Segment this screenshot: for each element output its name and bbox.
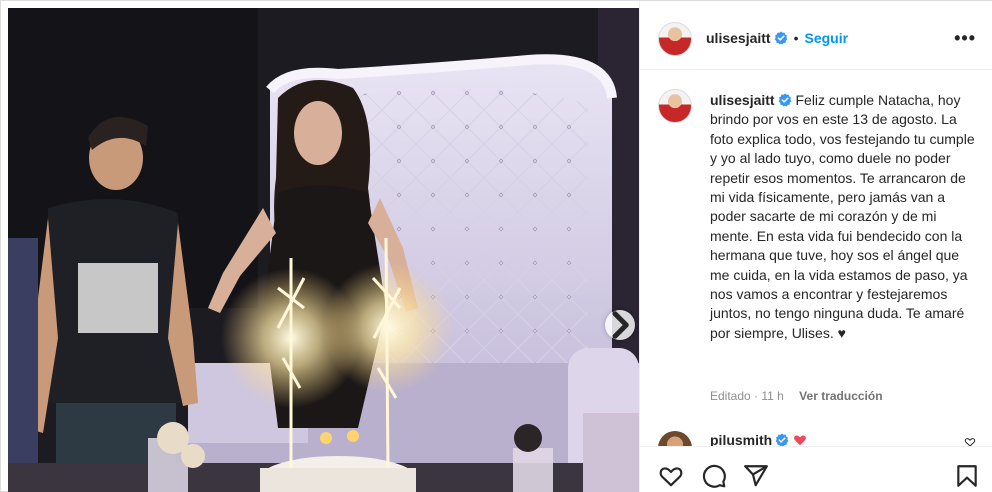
commenter-username[interactable]: pilusmith bbox=[710, 432, 772, 446]
bookmark-icon[interactable] bbox=[954, 463, 980, 489]
comment-item: pilusmith bbox=[640, 426, 992, 446]
paper-plane-icon[interactable] bbox=[743, 463, 769, 489]
party-photo-illustration bbox=[8, 8, 639, 492]
red-heart-emoji-icon bbox=[794, 435, 807, 446]
post-photo[interactable] bbox=[8, 8, 639, 492]
follow-button[interactable]: Seguir bbox=[805, 30, 849, 46]
more-options-button[interactable]: ••• bbox=[954, 29, 976, 47]
separator-dot: • bbox=[793, 30, 799, 46]
caption-text: Feliz cumple Natacha, hoy brindo por vos… bbox=[710, 92, 975, 341]
author-username[interactable]: ulisesjaitt bbox=[706, 30, 771, 46]
heart-icon[interactable] bbox=[658, 463, 684, 489]
author-avatar[interactable] bbox=[658, 22, 692, 56]
post-meta: Editado · 11 h Ver traducción bbox=[710, 389, 883, 403]
caption-area: ulisesjaitt Feliz cumple Natacha, hoy br… bbox=[640, 71, 992, 426]
post-actions bbox=[640, 446, 992, 492]
comment-icon[interactable] bbox=[701, 463, 727, 489]
verified-badge-icon bbox=[778, 93, 791, 107]
instagram-post: ulisesjaitt • Seguir ••• ulisesjaitt Fel… bbox=[0, 0, 992, 492]
verified-badge-icon bbox=[775, 433, 789, 446]
commenter-avatar[interactable] bbox=[658, 431, 692, 446]
chevron-right-icon bbox=[612, 311, 629, 339]
post-caption: ulisesjaitt Feliz cumple Natacha, hoy br… bbox=[710, 91, 980, 343]
author-info: ulisesjaitt • Seguir bbox=[706, 30, 848, 46]
see-translation-link[interactable]: Ver traducción bbox=[799, 389, 882, 403]
post-side-panel: ulisesjaitt • Seguir ••• ulisesjaitt Fel… bbox=[639, 1, 992, 492]
post-header: ulisesjaitt • Seguir ••• bbox=[640, 8, 992, 70]
next-photo-button[interactable] bbox=[605, 310, 635, 340]
commenter-info: pilusmith bbox=[710, 432, 807, 446]
comment-like-icon[interactable] bbox=[964, 436, 976, 446]
caption-username[interactable]: ulisesjaitt bbox=[710, 92, 775, 108]
edited-timestamp[interactable]: Editado · 11 h bbox=[710, 389, 784, 403]
verified-badge-icon bbox=[774, 31, 787, 45]
caption-author-avatar[interactable] bbox=[658, 89, 692, 123]
